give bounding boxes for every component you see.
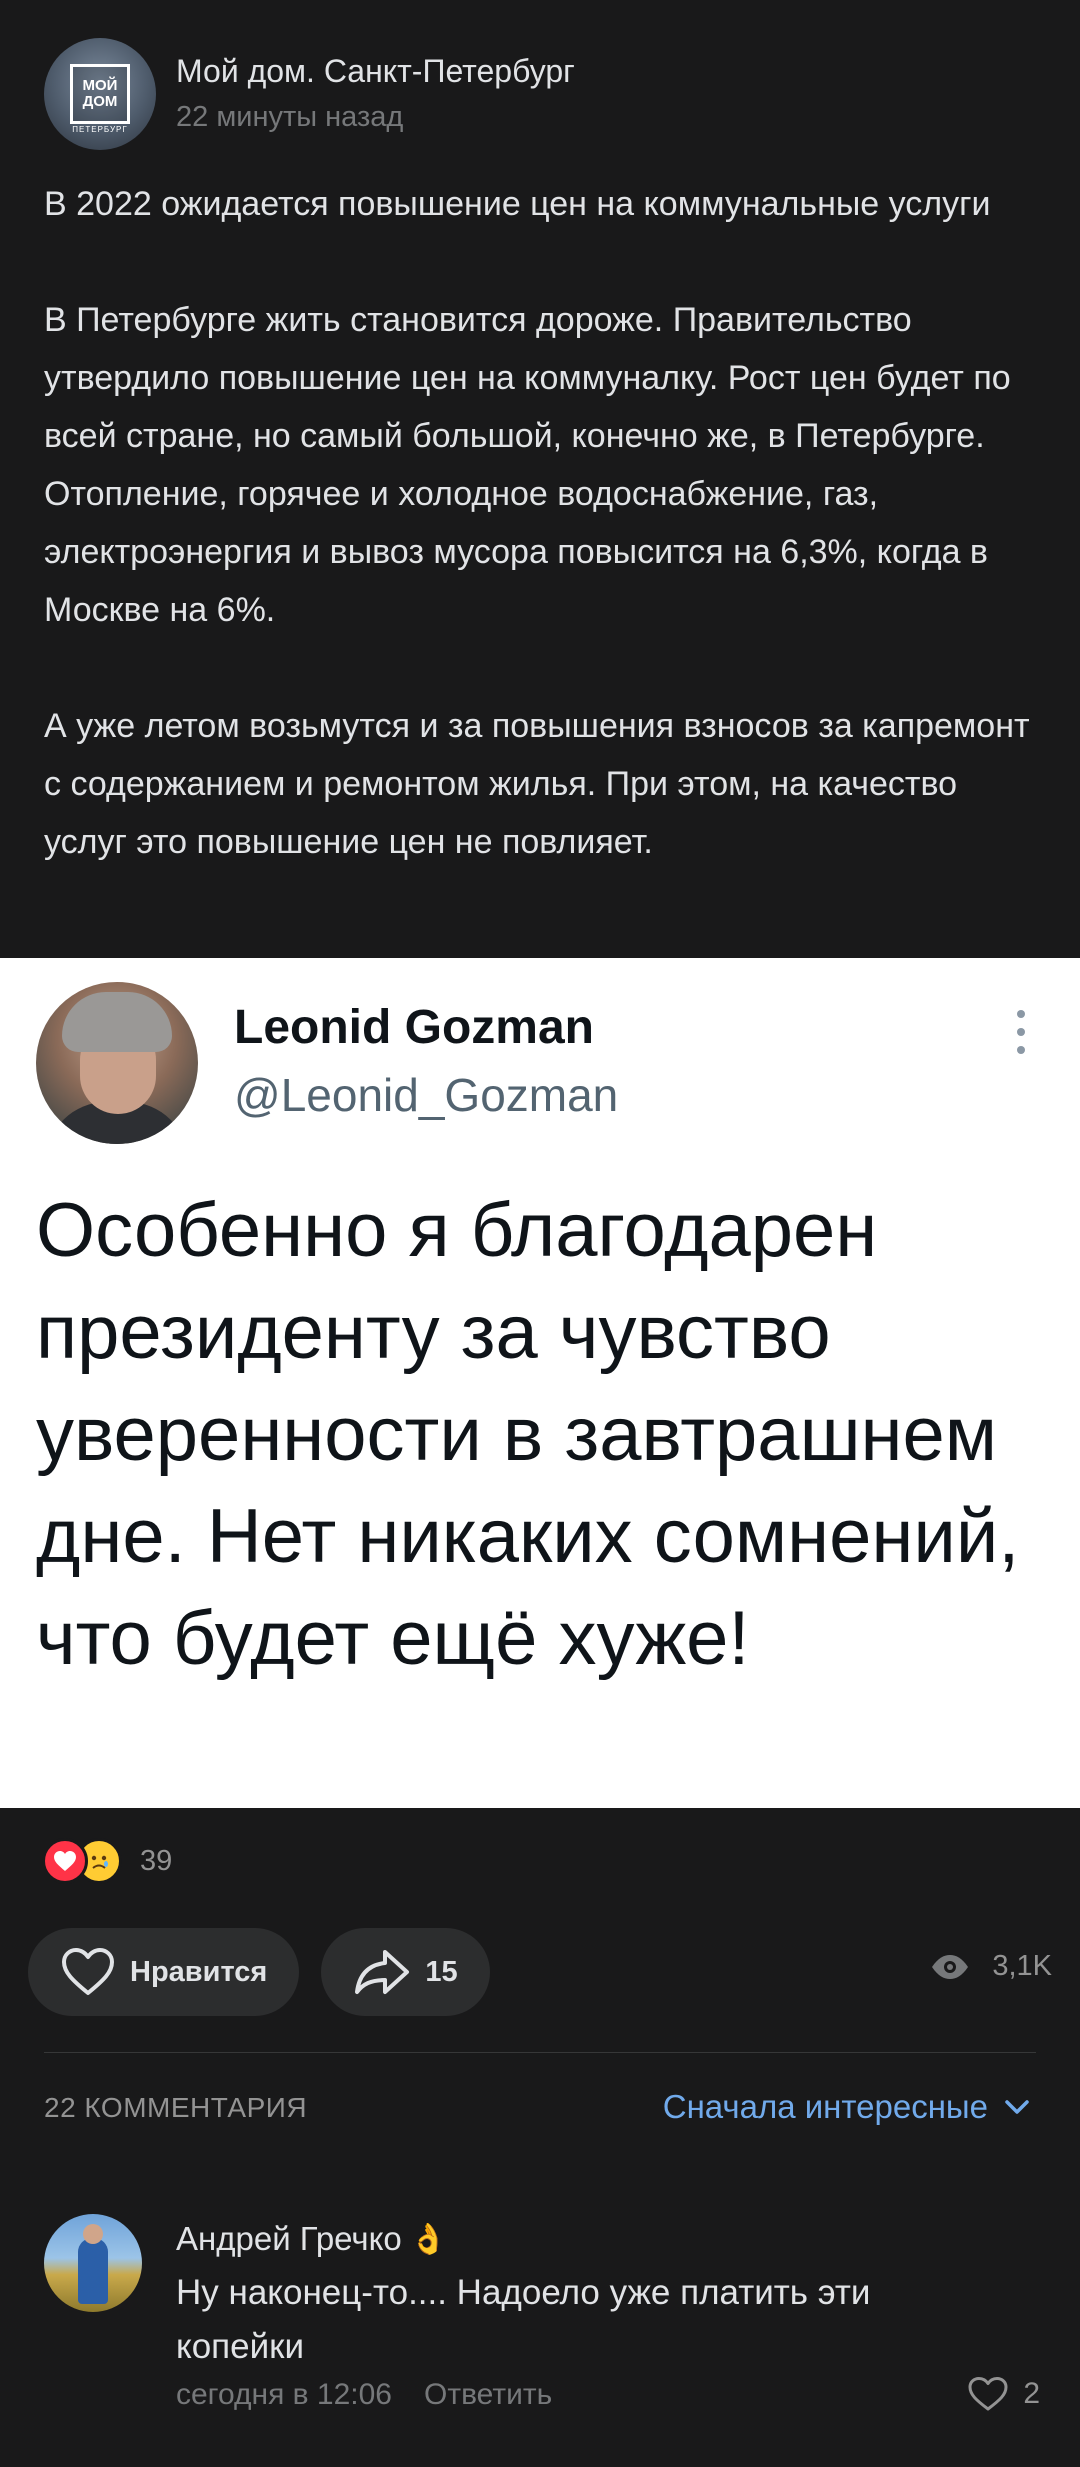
comments-sort-dropdown[interactable]: Сначала интересные — [663, 2088, 1030, 2126]
post-header: МОЙ ДОМ ПЕТЕРБУРГ Мой дом. Санкт-Петербу… — [44, 38, 575, 150]
post-actions: Нравится 15 — [28, 1928, 512, 2016]
logo-line-1: МОЙ — [82, 77, 118, 94]
share-button[interactable]: 15 — [321, 1928, 490, 2016]
ok-hand-icon: 👌 — [409, 2222, 448, 2256]
heart-outline-icon — [968, 2377, 1008, 2411]
reply-button[interactable]: Ответить — [424, 2378, 552, 2412]
like-button[interactable]: Нравится — [28, 1928, 300, 2016]
group-meta: Мой дом. Санкт-Петербург 22 минуты назад — [176, 51, 575, 137]
tweet-text: Особенно я благодарен президенту за чувс… — [36, 1188, 1020, 1681]
comment-time[interactable]: сегодня в 12:06 — [176, 2378, 392, 2412]
post-time[interactable]: 22 минуты назад — [176, 97, 575, 137]
logo-line-2: ДОМ — [82, 93, 118, 110]
eye-icon — [932, 1954, 969, 1979]
post-text: В 2022 ожидается повышение цен на коммун… — [44, 175, 1044, 871]
logo-subtitle: ПЕТЕРБУРГ — [72, 125, 128, 134]
post-paragraph-2: В Петербурге жить становится дороже. Пра… — [44, 301, 1011, 629]
comment-author-avatar[interactable] — [44, 2214, 142, 2312]
views-count: 3,1K — [992, 1950, 1052, 1982]
comment-footer: сегодня в 12:06 Ответить — [176, 2378, 552, 2412]
tweet-image[interactable]: Leonid Gozman @Leonid_Gozman Особенно я … — [0, 958, 1080, 1808]
tweet-author-handle: @Leonid_Gozman — [234, 1069, 619, 1121]
comment-like-count: 2 — [1023, 2377, 1040, 2410]
heart-reaction-icon — [42, 1838, 88, 1884]
group-name[interactable]: Мой дом. Санкт-Петербург — [176, 51, 575, 91]
tweet-author-name: Leonid Gozman — [234, 1001, 594, 1054]
more-options-icon — [1014, 1010, 1028, 1054]
like-button-label: Нравится — [130, 1955, 268, 1988]
chevron-down-icon — [1005, 2100, 1029, 2114]
tweet-author-avatar — [36, 982, 198, 1144]
group-logo: МОЙ ДОМ — [70, 64, 130, 124]
comments-count: 22 КОММЕНТАРИЯ — [44, 2092, 308, 2123]
views-counter: 3,1K — [930, 1950, 1052, 1983]
sort-label: Сначала интересные — [662, 2088, 988, 2125]
reactions-summary[interactable]: 39 — [42, 1838, 172, 1884]
post-paragraph-3: А уже летом возьмутся и за повышения взн… — [44, 707, 1030, 861]
comment-author[interactable]: Андрей Гречко 👌 — [176, 2220, 447, 2258]
post-paragraph-1: В 2022 ожидается повышение цен на коммун… — [44, 185, 991, 223]
group-avatar[interactable]: МОЙ ДОМ ПЕТЕРБУРГ — [44, 38, 156, 150]
share-icon — [355, 1950, 410, 1994]
reactions-count: 39 — [140, 1844, 173, 1877]
share-count: 15 — [425, 1955, 458, 1988]
comment-like-button[interactable]: 2 — [967, 2376, 1040, 2412]
heart-outline-icon — [62, 1948, 114, 1995]
comment-author-name[interactable]: Андрей Гречко — [176, 2220, 402, 2258]
divider — [44, 2052, 1036, 2053]
comment-text: Ну наконец-то.... Надоело уже платить эт… — [176, 2273, 871, 2366]
